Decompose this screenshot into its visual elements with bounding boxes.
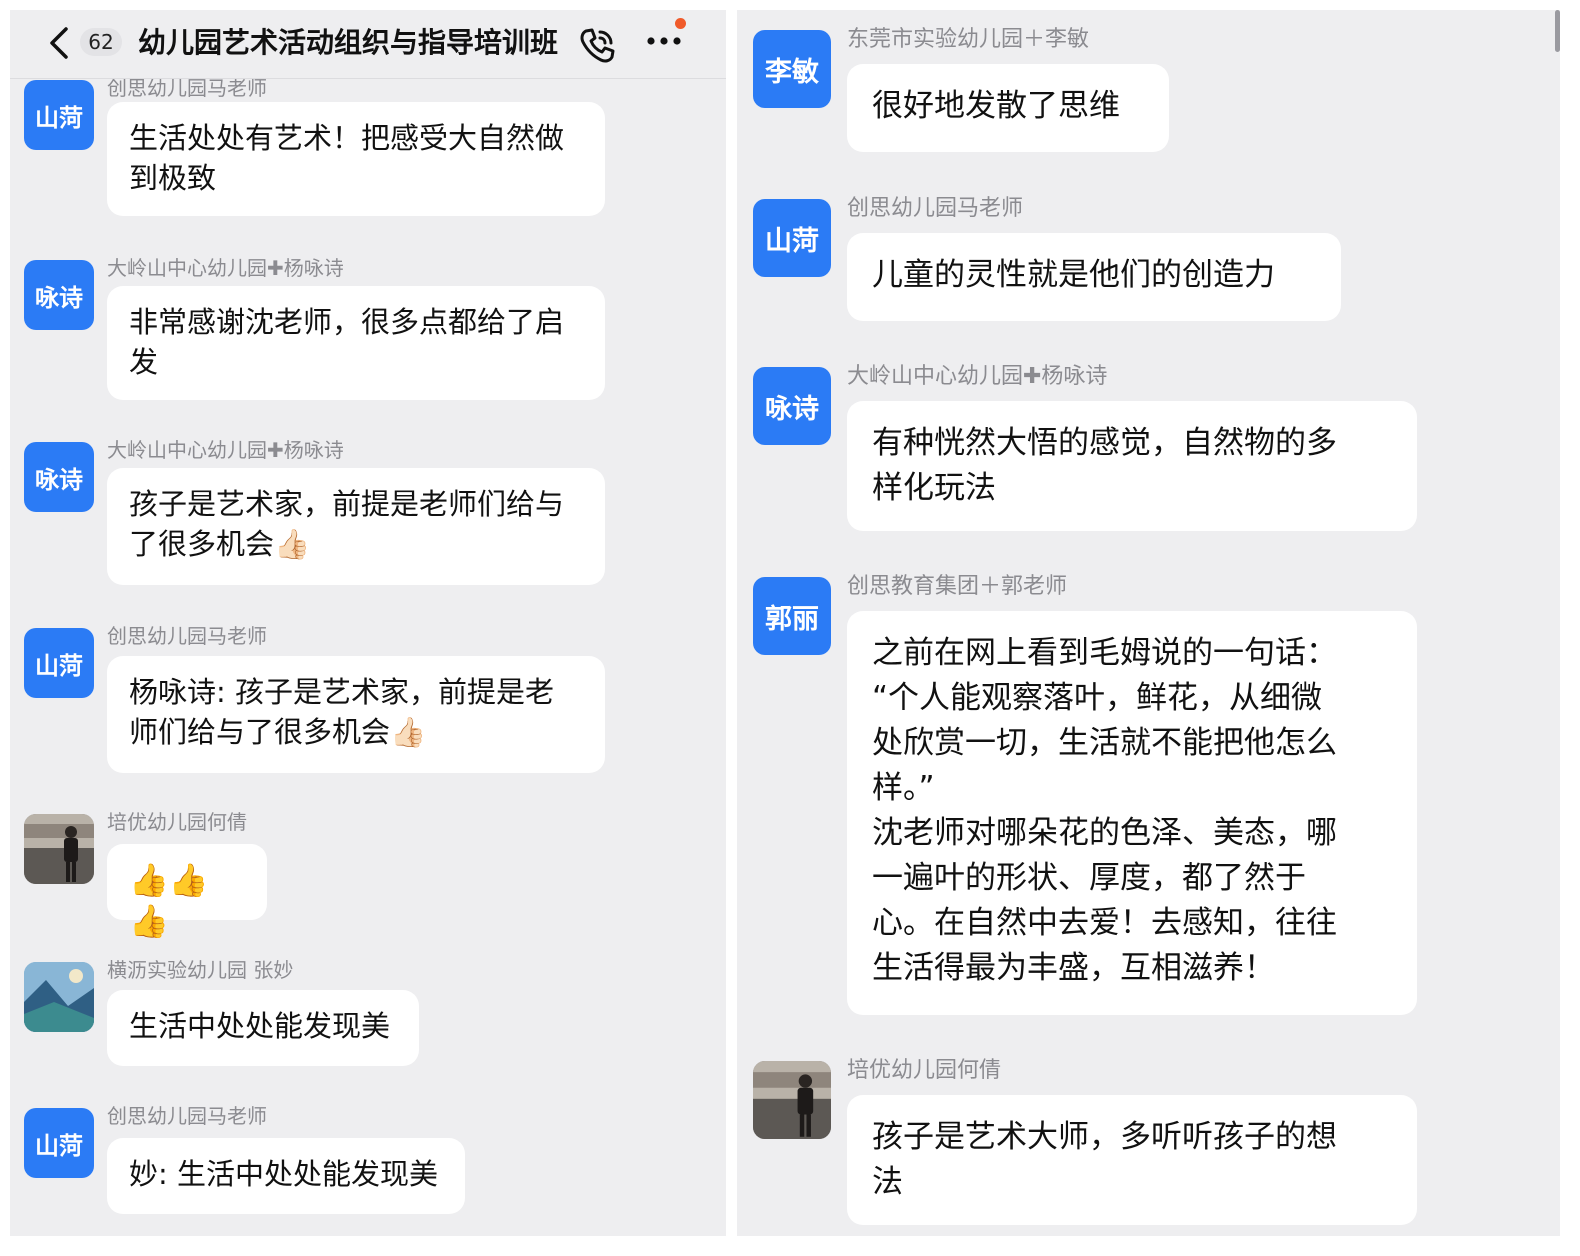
notification-dot <box>675 18 686 29</box>
message-bubble[interactable]: 孩子是艺术家，前提是老师们给与 了很多机会👍🏻 <box>107 468 605 585</box>
message-text-line: 一遍叶的形状、厚度，都了然于 <box>872 860 1306 896</box>
chat-title: 幼儿园艺术活动组织与指导培训班 <box>138 26 559 59</box>
left-chat-panel: 62 幼儿园艺术活动组织与指导培训班 山菏 创思幼儿园马老师 生活处处有艺术！把… <box>10 10 726 1236</box>
message-text-line: 师们给与了很多机会👍🏻 <box>129 715 427 749</box>
unread-count-badge[interactable]: 62 <box>80 28 122 56</box>
sender-name: 创思幼儿园马老师 <box>847 196 1024 221</box>
message-text-line: 样化玩法 <box>872 470 996 506</box>
sender-name: 横沥实验幼儿园 张妙 <box>107 958 294 982</box>
message-text-line: 沈老师对哪朵花的色泽、美态，哪 <box>872 815 1337 851</box>
avatar[interactable]: 山菏 <box>24 1108 94 1178</box>
message-text-line: 到极致 <box>129 161 217 195</box>
message-text-line: “个人能观察落叶，鲜花，从细微 <box>872 680 1323 716</box>
message-text-line: 生活处处有艺术！把感受大自然做 <box>129 121 565 155</box>
sender-name: 培优幼儿园何倩 <box>847 1058 1002 1083</box>
call-icon[interactable] <box>576 24 620 68</box>
message-bubble[interactable]: 妙: 生活中处处能发现美 <box>107 1138 465 1214</box>
message-bubble[interactable]: 杨咏诗: 孩子是艺术家，前提是老 师们给与了很多机会👍🏻 <box>107 656 605 773</box>
message-bubble[interactable]: 👍👍👍 <box>107 844 267 940</box>
message-text-line: 发 <box>129 345 159 379</box>
sender-name: 培优幼儿园何倩 <box>107 810 247 834</box>
avatar[interactable]: 咏诗 <box>24 260 94 330</box>
message-bubble[interactable]: 儿童的灵性就是他们的创造力 <box>847 233 1341 321</box>
sender-name: 创思幼儿园马老师 <box>107 624 267 648</box>
avatar[interactable] <box>753 1061 831 1139</box>
message-text-line: 很好地发散了思维 <box>872 88 1120 124</box>
back-arrow-icon[interactable] <box>46 26 72 60</box>
message-text-line: 法 <box>872 1164 903 1200</box>
message-text-line: 杨咏诗: 孩子是艺术家，前提是老 <box>129 675 554 709</box>
message-text-line: 心。在自然中去爱！去感知，往往 <box>872 905 1337 941</box>
message-text-line: 有种恍然大悟的感觉，自然物的多 <box>872 425 1337 461</box>
avatar[interactable]: 郭丽 <box>753 577 831 655</box>
message-bubble[interactable]: 很好地发散了思维 <box>847 64 1169 152</box>
message-text-line: 生活中处处能发现美 <box>129 1009 391 1043</box>
message-text-line: 孩子是艺术家，前提是老师们给与 <box>129 487 565 521</box>
person-photo-icon <box>753 1061 831 1139</box>
sender-name: 东莞市实验幼儿园＋李敏 <box>847 27 1090 52</box>
sender-name: 创思幼儿园马老师 <box>107 1104 267 1128</box>
sender-name: 创思教育集团＋郭老师 <box>847 574 1068 599</box>
message-text-line: 了很多机会👍🏻 <box>129 527 311 561</box>
sender-name: 大岭山中心幼儿园✚杨咏诗 <box>107 256 344 280</box>
avatar[interactable]: 山菏 <box>24 628 94 698</box>
avatar[interactable]: 咏诗 <box>24 442 94 512</box>
more-icon[interactable] <box>644 30 694 60</box>
landscape-image-icon <box>24 962 94 1032</box>
person-photo-icon <box>24 814 94 884</box>
message-text-line: 儿童的灵性就是他们的创造力 <box>872 257 1275 293</box>
message-text-line: 妙: 生活中处处能发现美 <box>129 1157 438 1191</box>
avatar[interactable]: 山菏 <box>753 199 831 277</box>
chat-header: 62 幼儿园艺术活动组织与指导培训班 <box>10 10 726 79</box>
message-bubble[interactable]: 生活处处有艺术！把感受大自然做 到极致 <box>107 102 605 216</box>
avatar[interactable]: 咏诗 <box>753 367 831 445</box>
message-bubble[interactable]: 孩子是艺术大师，多听听孩子的想 法 <box>847 1095 1417 1225</box>
message-text-line: 孩子是艺术大师，多听听孩子的想 <box>872 1119 1337 1155</box>
message-bubble[interactable]: 有种恍然大悟的感觉，自然物的多 样化玩法 <box>847 401 1417 531</box>
sender-name: 大岭山中心幼儿园✚杨咏诗 <box>847 364 1108 389</box>
right-chat-panel: 李敏 东莞市实验幼儿园＋李敏 很好地发散了思维 山菏 创思幼儿园马老师 儿童的灵… <box>737 10 1560 1236</box>
message-text-line: 处欣赏一切，生活就不能把他怎么 <box>872 725 1337 761</box>
message-text-line: 生活得最为丰盛，互相滋养！ <box>872 950 1275 986</box>
avatar[interactable] <box>24 814 94 884</box>
thumbs-up-emoji: 👍👍👍 <box>129 861 209 940</box>
avatar[interactable]: 李敏 <box>753 30 831 108</box>
scrollbar[interactable] <box>1555 10 1560 52</box>
message-text-line: 样。” <box>872 770 935 806</box>
message-bubble[interactable]: 生活中处处能发现美 <box>107 990 419 1066</box>
avatar[interactable] <box>24 962 94 1032</box>
avatar[interactable]: 山菏 <box>24 80 94 150</box>
message-text-line: 非常感谢沈老师，很多点都给了启 <box>129 305 565 339</box>
sender-name: 大岭山中心幼儿园✚杨咏诗 <box>107 438 344 462</box>
message-bubble[interactable]: 之前在网上看到毛姆说的一句话： “个人能观察落叶，鲜花，从细微 处欣赏一切，生活… <box>847 611 1417 1015</box>
message-bubble[interactable]: 非常感谢沈老师，很多点都给了启 发 <box>107 286 605 400</box>
message-text-line: 之前在网上看到毛姆说的一句话： <box>872 635 1337 671</box>
